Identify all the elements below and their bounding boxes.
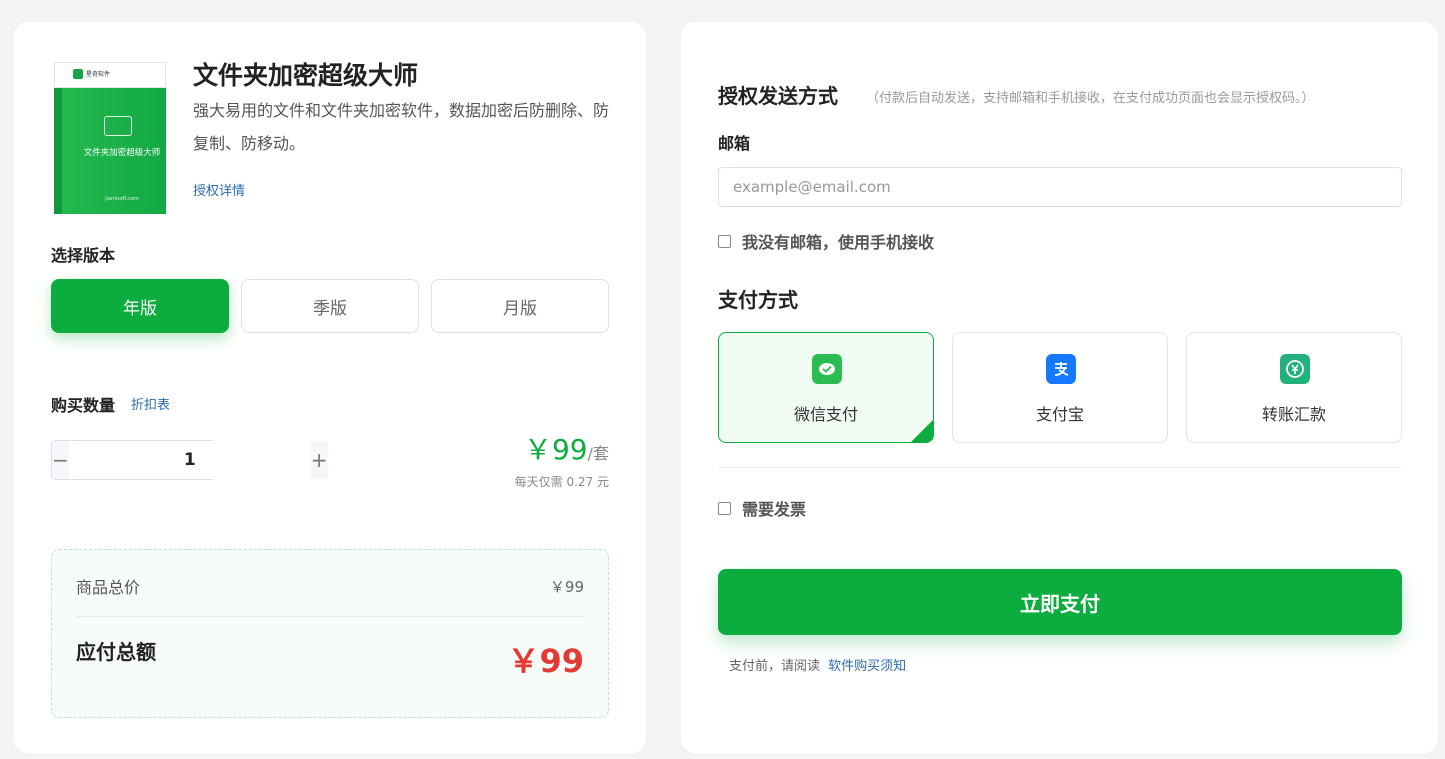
unit-price-per: /套	[587, 444, 609, 463]
box-title-text: 文件夹加密超级大师	[83, 148, 161, 158]
purchase-terms-link[interactable]: 软件购买须知	[828, 659, 906, 674]
purchase-agreement-text: 支付前，请阅读 软件购买须知	[729, 655, 906, 674]
discount-table-link[interactable]: 折扣表	[131, 394, 170, 413]
invoice-checkbox[interactable]	[718, 501, 731, 515]
payment-option-bank-transfer[interactable]: 转账汇款	[1186, 332, 1402, 443]
email-field[interactable]	[718, 167, 1402, 207]
total-due-label: 应付总额	[76, 640, 156, 664]
price-summary-box: 商品总价 ￥99 应付总额 ￥99	[51, 549, 609, 718]
subtotal-label: 商品总价	[76, 578, 141, 597]
payment-label-wechat: 微信支付	[793, 405, 858, 424]
invoice-label[interactable]: 需要发票	[742, 496, 806, 520]
selected-corner-marker	[911, 420, 933, 442]
license-details-link[interactable]: 授权详情	[193, 180, 245, 199]
quantity-decrease-button[interactable]: −	[52, 441, 69, 479]
version-option-monthly[interactable]: 月版	[431, 279, 609, 333]
quantity-label: 购买数量	[51, 396, 116, 415]
payment-method-title: 支付方式	[718, 288, 798, 312]
invoice-option[interactable]: 需要发票	[718, 496, 806, 520]
summary-divider	[76, 616, 584, 617]
folder-shield-icon	[104, 116, 132, 136]
payment-divider	[718, 467, 1402, 468]
version-option-quarterly[interactable]: 季版	[241, 279, 419, 333]
product-box-image: 星奇软件 文件夹加密超级大师 jiamisoft.com	[54, 62, 166, 214]
delivery-method-note: （付款后自动发送，支持邮箱和手机接收，在支付成功页面也会显示授权码。）	[866, 91, 1315, 106]
payment-option-alipay[interactable]: 支付宝	[952, 332, 1168, 443]
payment-label-bank-transfer: 转账汇款	[1261, 405, 1326, 424]
product-description: 强大易用的文件和文件夹加密软件，数据加密后防删除、防复制、防移动。	[193, 101, 610, 153]
alipay-icon	[1046, 354, 1076, 384]
payment-label-alipay: 支付宝	[1035, 405, 1084, 424]
wechat-pay-icon	[812, 354, 842, 384]
agreement-prefix: 支付前，请阅读	[729, 659, 821, 674]
subtotal-value: ￥99	[549, 578, 584, 596]
no-email-label[interactable]: 我没有邮箱，使用手机接收	[742, 229, 934, 253]
no-email-option[interactable]: 我没有邮箱，使用手机接收	[718, 229, 934, 253]
product-box-front: 文件夹加密超级大师 jiamisoft.com	[62, 88, 166, 214]
payment-option-wechat[interactable]: 微信支付	[718, 332, 934, 443]
product-box-top: 星奇软件	[54, 62, 166, 88]
quantity-increase-button[interactable]: +	[310, 441, 328, 479]
unit-price-value: ￥99	[523, 433, 588, 466]
order-summary-card: 星奇软件 文件夹加密超级大师 jiamisoft.com 文件夹加密超级大师 强…	[14, 22, 646, 753]
version-label: 选择版本	[51, 246, 116, 265]
brand-logo-icon	[73, 69, 83, 79]
delivery-method-title: 授权发送方式	[718, 84, 838, 108]
no-email-checkbox[interactable]	[718, 234, 731, 248]
quantity-input[interactable]	[68, 441, 311, 479]
total-due-value: ￥99	[507, 642, 584, 680]
product-title: 文件夹加密超级大师	[193, 61, 419, 90]
box-site-text: jiamisoft.com	[105, 196, 139, 202]
per-day-price: 每天仅需 0.27 元	[514, 475, 609, 489]
bank-transfer-icon	[1280, 354, 1310, 384]
pay-now-button[interactable]: 立即支付	[718, 569, 1402, 635]
email-label: 邮箱	[718, 134, 751, 153]
quantity-stepper: − +	[51, 440, 328, 480]
box-brand-text: 星奇软件	[86, 71, 111, 78]
unit-price: ￥99/套	[524, 428, 609, 468]
version-option-yearly[interactable]: 年版	[51, 279, 229, 333]
checkout-card: 授权发送方式 （付款后自动发送，支持邮箱和手机接收，在支付成功页面也会显示授权码…	[681, 22, 1438, 753]
